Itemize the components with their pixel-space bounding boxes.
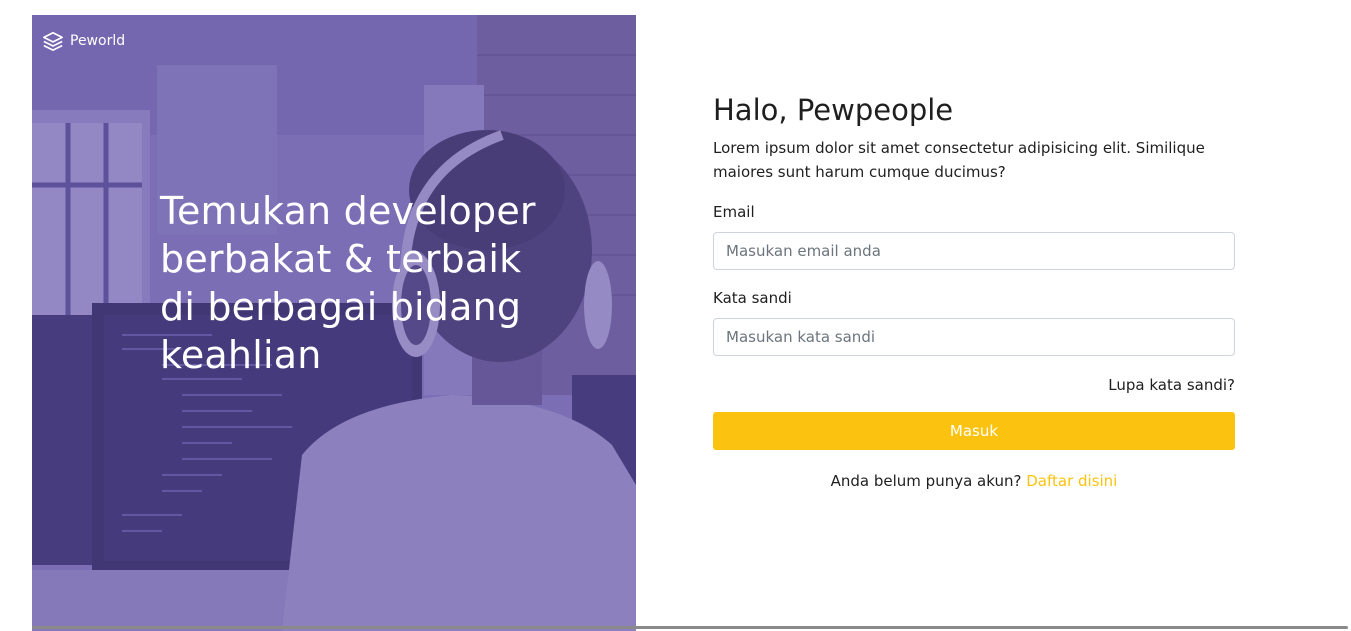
brand-name: Peworld bbox=[70, 33, 126, 49]
email-field[interactable] bbox=[713, 232, 1235, 270]
horizontal-scrollbar[interactable] bbox=[32, 626, 1348, 629]
login-form: Halo, Pewpeople Lorem ipsum dolor sit am… bbox=[713, 90, 1235, 492]
forgot-password-link[interactable]: Lupa kata sandi? bbox=[1108, 376, 1235, 394]
register-link[interactable]: Daftar disini bbox=[1026, 472, 1117, 490]
page-subtitle: Lorem ipsum dolor sit amet consectetur a… bbox=[713, 139, 1205, 181]
register-row: Anda belum punya akun? Daftar disini bbox=[713, 470, 1235, 492]
password-field[interactable] bbox=[713, 318, 1235, 356]
forgot-row: Lupa kata sandi? bbox=[713, 374, 1235, 396]
login-page: Peworld Temukan developer berbakat & ter… bbox=[0, 0, 1351, 631]
register-prompt: Anda belum punya akun? bbox=[830, 472, 1022, 490]
password-label: Kata sandi bbox=[713, 289, 792, 307]
email-label: Email bbox=[713, 203, 755, 221]
brand-logo[interactable]: Peworld bbox=[42, 30, 125, 52]
layers-icon bbox=[42, 30, 64, 52]
login-button[interactable]: Masuk bbox=[713, 412, 1235, 450]
hero-headline: Temukan developer berbakat & terbaik di … bbox=[160, 189, 536, 377]
page-title: Halo, Pewpeople bbox=[713, 93, 954, 127]
hero-panel: Peworld Temukan developer berbakat & ter… bbox=[32, 15, 636, 631]
